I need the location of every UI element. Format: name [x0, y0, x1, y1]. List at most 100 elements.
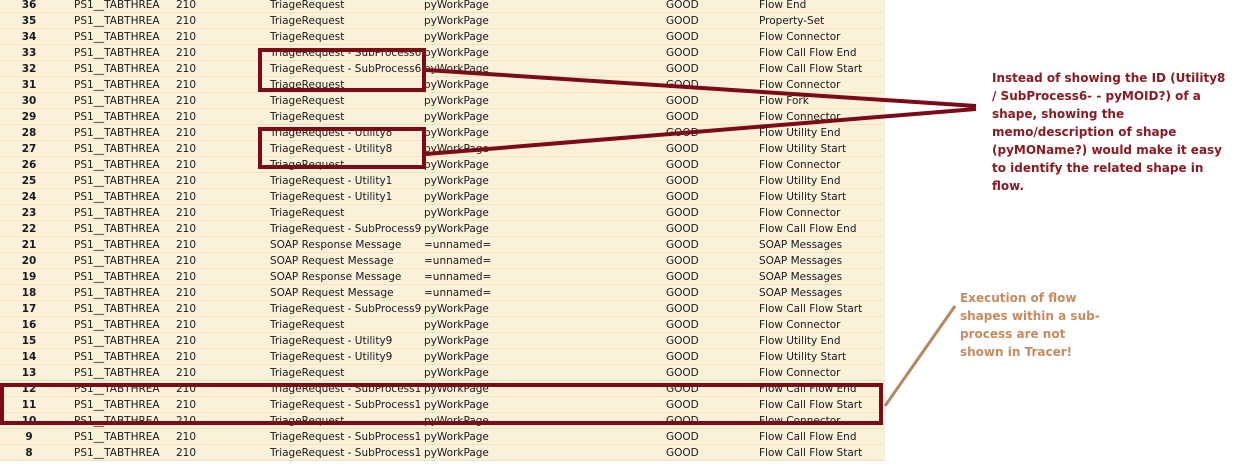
thread-name-cell: PS1__TABTHREAD [74, 271, 160, 283]
rule-name-cell: SOAP Request Message [270, 287, 394, 299]
interaction-id-cell: 210 [176, 143, 197, 155]
step-page-cell: pyWorkPage [424, 63, 489, 75]
table-row[interactable]: 27 PS1__TABTHREAD 210 TriageRequest - Utili… [0, 141, 885, 157]
interaction-id-cell: 210 [176, 95, 197, 107]
event-type-cell: Flow Utility End [759, 335, 841, 347]
interaction-id-cell: 210 [176, 271, 197, 283]
thread-name-cell: PS1__TABTHREAD [74, 351, 160, 363]
interaction-id-cell: 210 [176, 207, 197, 219]
status-cell: GOOD [666, 271, 699, 283]
table-row[interactable]: 14 PS1__TABTHREAD 210 TriageRequest - Utili… [0, 349, 885, 365]
table-row[interactable]: 13 PS1__TABTHREAD 210 TriageRequest pyWorkPa… [0, 365, 885, 381]
table-row[interactable]: 23 PS1__TABTHREAD 210 TriageRequest pyWorkPa… [0, 205, 885, 221]
thread-name-cell: PS1__TABTHREAD [74, 239, 160, 251]
table-row[interactable]: 33 PS1__TABTHREAD 210 TriageRequest - SubPr… [0, 45, 885, 61]
row-number-cell: 27 [21, 143, 37, 155]
table-row[interactable]: 24 PS1__TABTHREAD 210 TriageRequest - Utili… [0, 189, 885, 205]
row-number-cell: 24 [21, 191, 37, 203]
rule-name-cell: SOAP Request Message [270, 255, 394, 267]
thread-name-cell: PS1__TABTHREAD [74, 223, 160, 235]
rule-name-cell: TriageRequest - SubProcess10 [270, 447, 422, 459]
thread-name-cell: PS1__TABTHREAD [74, 127, 160, 139]
step-page-cell: pyWorkPage [424, 79, 489, 91]
table-row[interactable]: 8 PS1__TABTHREAD 210 TriageRequest - SubPro… [0, 445, 885, 461]
table-row[interactable]: 36 PS1__TABTHREAD 210 TriageRequest pyWorkPa… [0, 0, 885, 13]
interaction-id-cell: 210 [176, 319, 197, 331]
table-row[interactable]: 35 PS1__TABTHREAD 210 TriageRequest pyWorkPa… [0, 13, 885, 29]
interaction-id-cell: 210 [176, 15, 197, 27]
thread-name-cell: PS1__TABTHREAD [74, 367, 160, 379]
table-row[interactable]: 16 PS1__TABTHREAD 210 TriageRequest pyWorkPa… [0, 317, 885, 333]
event-type-cell: Flow Utility End [759, 175, 841, 187]
table-row[interactable]: 17 PS1__TABTHREAD 210 TriageRequest - SubPr… [0, 301, 885, 317]
table-row[interactable]: 9 PS1__TABTHREAD 210 TriageRequest - SubPro… [0, 429, 885, 445]
event-type-cell: Flow Connector [759, 367, 841, 379]
interaction-id-cell: 210 [176, 303, 197, 315]
interaction-id-cell: 210 [176, 335, 197, 347]
table-row[interactable]: 19 PS1__TABTHREAD 210 SOAP Response Message… [0, 269, 885, 285]
status-cell: GOOD [666, 303, 699, 315]
rule-name-cell: TriageRequest [270, 367, 345, 379]
step-page-cell: pyWorkPage [424, 207, 489, 219]
table-row[interactable]: 26 PS1__TABTHREAD 210 TriageRequest pyWorkPa… [0, 157, 885, 173]
thread-name-cell: PS1__TABTHREAD [74, 159, 160, 171]
status-cell: GOOD [666, 47, 699, 59]
row-number-cell: 15 [21, 335, 37, 347]
table-row[interactable]: 18 PS1__TABTHREAD 210 SOAP Request Message =… [0, 285, 885, 301]
interaction-id-cell: 210 [176, 31, 197, 43]
event-type-cell: Flow Utility Start [759, 191, 847, 203]
row-number-cell: 28 [21, 127, 37, 139]
status-cell: GOOD [666, 207, 699, 219]
step-page-cell: pyWorkPage [424, 431, 489, 443]
thread-name-cell: PS1__TABTHREAD [74, 143, 160, 155]
table-row[interactable]: 30 PS1__TABTHREAD 210 TriageRequest pyWorkPa… [0, 93, 885, 109]
event-type-cell: Flow Call Flow Start [759, 447, 863, 459]
step-page-cell: pyWorkPage [424, 47, 489, 59]
thread-name-cell: PS1__TABTHREAD [74, 319, 160, 331]
table-row[interactable]: 32 PS1__TABTHREAD 210 TriageRequest - SubPr… [0, 61, 885, 77]
table-row[interactable]: 28 PS1__TABTHREAD 210 TriageRequest - Utili… [0, 125, 885, 141]
row-number-cell: 23 [21, 207, 37, 219]
annotation-note-tracer: Execution of flow shapes within a sub-pr… [960, 291, 1100, 359]
row-number-cell: 29 [21, 111, 37, 123]
highlight-box-utility8 [258, 127, 426, 169]
step-page-cell: pyWorkPage [424, 0, 489, 11]
table-row[interactable]: 34 PS1__TABTHREAD 210 TriageRequest pyWorkPa… [0, 29, 885, 45]
annotation-note-memo: Instead of showing the ID (Utility8 / Su… [992, 71, 1226, 193]
interaction-id-cell: 210 [176, 191, 197, 203]
status-cell: GOOD [666, 159, 699, 171]
row-number-cell: 30 [21, 95, 37, 107]
thread-name-cell: PS1__TABTHREAD [74, 175, 160, 187]
status-cell: GOOD [666, 63, 699, 75]
table-row[interactable]: 31 PS1__TABTHREAD 210 TriageRequest pyWorkPa… [0, 77, 885, 93]
step-page-cell: pyWorkPage [424, 15, 489, 27]
event-type-cell: Flow Utility End [759, 127, 841, 139]
thread-name-cell: PS1__TABTHREAD [74, 15, 160, 27]
row-number-cell: 18 [21, 287, 37, 299]
interaction-id-cell: 210 [176, 367, 197, 379]
status-cell: GOOD [666, 335, 699, 347]
interaction-id-cell: 210 [176, 63, 197, 75]
event-type-cell: Property-Set [759, 15, 825, 27]
interaction-id-cell: 210 [176, 351, 197, 363]
row-number-cell: 16 [21, 319, 37, 331]
interaction-id-cell: 210 [176, 79, 197, 91]
table-row[interactable]: 25 PS1__TABTHREAD 210 TriageRequest - Utili… [0, 173, 885, 189]
status-cell: GOOD [666, 447, 699, 459]
table-row[interactable]: 21 PS1__TABTHREAD 210 SOAP Response Message… [0, 237, 885, 253]
table-row[interactable]: 20 PS1__TABTHREAD 210 SOAP Request Message =… [0, 253, 885, 269]
event-type-cell: Flow Fork [759, 95, 809, 107]
status-cell: GOOD [666, 319, 699, 331]
event-type-cell: Flow Call Flow End [759, 47, 857, 59]
status-cell: GOOD [666, 0, 699, 11]
status-cell: GOOD [666, 175, 699, 187]
event-type-cell: Flow Connector [759, 319, 841, 331]
table-row[interactable]: 15 PS1__TABTHREAD 210 TriageRequest - Utili… [0, 333, 885, 349]
interaction-id-cell: 210 [176, 223, 197, 235]
thread-name-cell: PS1__TABTHREAD [74, 255, 160, 267]
table-row[interactable]: 29 PS1__TABTHREAD 210 TriageRequest pyWorkPa… [0, 109, 885, 125]
row-number-cell: 36 [21, 0, 37, 11]
thread-name-cell: PS1__TABTHREAD [74, 335, 160, 347]
table-row[interactable]: 22 PS1__TABTHREAD 210 TriageRequest - SubPr… [0, 221, 885, 237]
rule-name-cell: TriageRequest - SubProcess9 [270, 303, 422, 315]
